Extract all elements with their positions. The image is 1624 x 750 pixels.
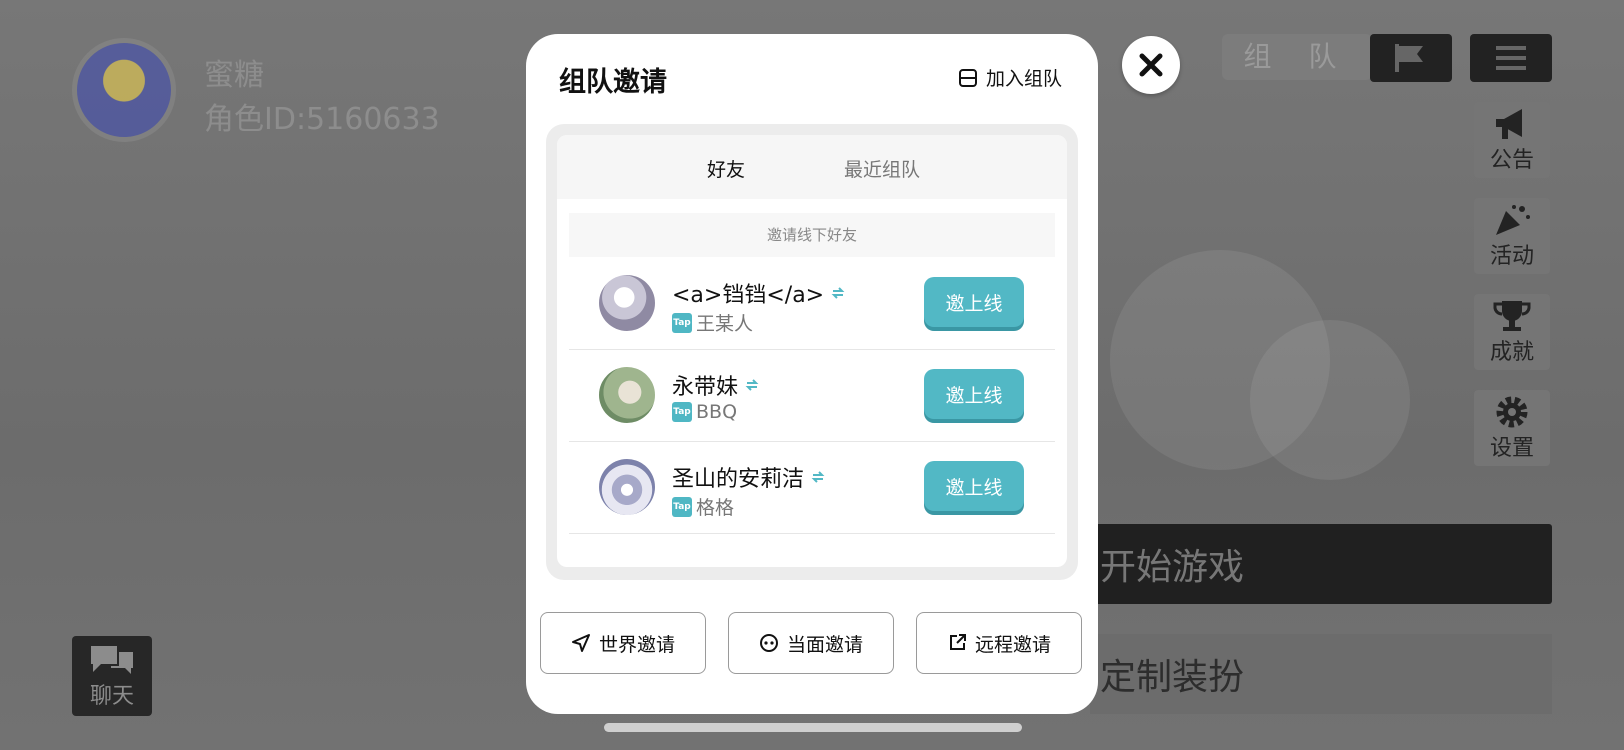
chat-label: 聊天 <box>89 684 134 709</box>
megaphone-icon <box>1490 106 1534 142</box>
join-team-icon <box>958 68 977 87</box>
flag-icon <box>1395 44 1423 72</box>
send-icon <box>571 634 590 652</box>
friend-name: 永带妹 <box>672 369 760 401</box>
friend-platform-info: Tap 格格 <box>672 493 734 520</box>
invite-online-button[interactable]: 邀上线 <box>924 461 1024 511</box>
friend-platform-info: Tap 王某人 <box>672 309 753 336</box>
chat-button[interactable]: 聊天 <box>72 636 152 716</box>
friend-row: <a>铛铛</a> Tap 王某人 邀上线 <box>569 257 1055 350</box>
friend-list-panel: 好友 最近组队 邀请线下好友 <a>铛铛</a> Tap 王某人 邀上线 永带妹… <box>546 124 1078 580</box>
home-indicator[interactable] <box>604 723 1022 732</box>
friend-avatar <box>599 367 655 423</box>
external-link-icon <box>949 634 966 650</box>
sync-icon <box>811 471 825 483</box>
settings-button[interactable]: 设置 <box>1474 390 1550 466</box>
friend-sub-name: BBQ <box>696 401 738 423</box>
friend-sub-name: 格格 <box>696 497 735 519</box>
achievement-label: 成就 <box>1489 340 1534 365</box>
invite-online-button[interactable]: 邀上线 <box>924 369 1024 419</box>
modal-title: 组队邀请 <box>559 67 667 98</box>
tab-friends[interactable]: 好友 <box>707 155 745 182</box>
announcement-button[interactable]: 公告 <box>1474 102 1550 178</box>
start-game-label: 开始游戏 <box>1100 547 1245 588</box>
activity-label: 活动 <box>1489 244 1534 269</box>
face-to-face-invite-button[interactable]: 当面邀请 <box>728 612 894 674</box>
sync-icon <box>745 379 759 391</box>
friend-list-container[interactable]: 好友 最近组队 邀请线下好友 <a>铛铛</a> Tap 王某人 邀上线 永带妹… <box>557 135 1067 567</box>
friend-name: 圣山的安莉洁 <box>672 461 826 493</box>
invite-offline-friend-button[interactable]: 邀请线下好友 <box>569 213 1055 257</box>
flag-button[interactable] <box>1370 34 1452 82</box>
chat-bubble-icon <box>91 646 133 674</box>
achievement-button[interactable]: 成就 <box>1474 294 1550 370</box>
tap-badge: Tap <box>672 402 692 422</box>
world-invite-button[interactable]: 世界邀请 <box>540 612 706 674</box>
hamburger-icon <box>1496 46 1526 70</box>
friend-name: <a>铛铛</a> <box>672 277 846 309</box>
join-team-label: 加入组队 <box>985 68 1062 90</box>
team-button[interactable]: 组 队 <box>1222 34 1372 80</box>
friend-avatar <box>599 275 655 331</box>
sync-icon <box>831 287 845 299</box>
party-popper-icon <box>1490 202 1534 238</box>
settings-label: 设置 <box>1489 436 1534 461</box>
custom-outfit-label: 定制装扮 <box>1100 657 1245 698</box>
activity-button[interactable]: 活动 <box>1474 198 1550 274</box>
player-avatar[interactable] <box>72 38 176 142</box>
remote-invite-button[interactable]: 远程邀请 <box>916 612 1082 674</box>
close-icon <box>1139 53 1163 77</box>
friend-sub-name: 王某人 <box>696 313 754 335</box>
tab-recent-teams[interactable]: 最近组队 <box>844 155 920 182</box>
friend-avatar <box>599 459 655 515</box>
start-game-button[interactable]: 开始游戏 <box>1090 524 1552 604</box>
gear-icon <box>1490 394 1534 430</box>
tap-badge: Tap <box>672 496 692 517</box>
face-icon <box>759 634 778 652</box>
close-modal-button[interactable] <box>1122 36 1180 94</box>
friend-row: 永带妹 Tap BBQ 邀上线 <box>569 349 1055 442</box>
join-team-button[interactable]: 加入组队 <box>958 64 1062 91</box>
friend-row: 圣山的安莉洁 Tap 格格 邀上线 <box>569 441 1055 534</box>
background-decoration <box>1250 320 1410 480</box>
invite-online-button[interactable]: 邀上线 <box>924 277 1024 327</box>
tab-bar: 好友 最近组队 <box>557 135 1067 199</box>
friend-platform-info: Tap BBQ <box>672 401 737 423</box>
face-to-face-invite-label: 当面邀请 <box>786 633 863 656</box>
announcement-label: 公告 <box>1489 148 1534 173</box>
tap-badge: Tap <box>672 312 692 333</box>
trophy-icon <box>1490 298 1534 334</box>
menu-button[interactable] <box>1470 34 1552 82</box>
player-name: 蜜糖 <box>204 58 264 93</box>
team-invite-modal: 组队邀请 加入组队 好友 最近组队 邀请线下好友 <a>铛铛</a> Tap 王… <box>526 34 1098 714</box>
custom-outfit-button[interactable]: 定制装扮 <box>1090 634 1552 714</box>
friend-name-text: 永带妹 <box>672 375 739 400</box>
player-id: 角色ID:5160633 <box>204 102 440 137</box>
world-invite-label: 世界邀请 <box>598 633 675 656</box>
friend-name-text: 圣山的安莉洁 <box>672 467 805 492</box>
remote-invite-label: 远程邀请 <box>974 633 1051 656</box>
friend-name-text: <a>铛铛</a> <box>672 283 825 308</box>
